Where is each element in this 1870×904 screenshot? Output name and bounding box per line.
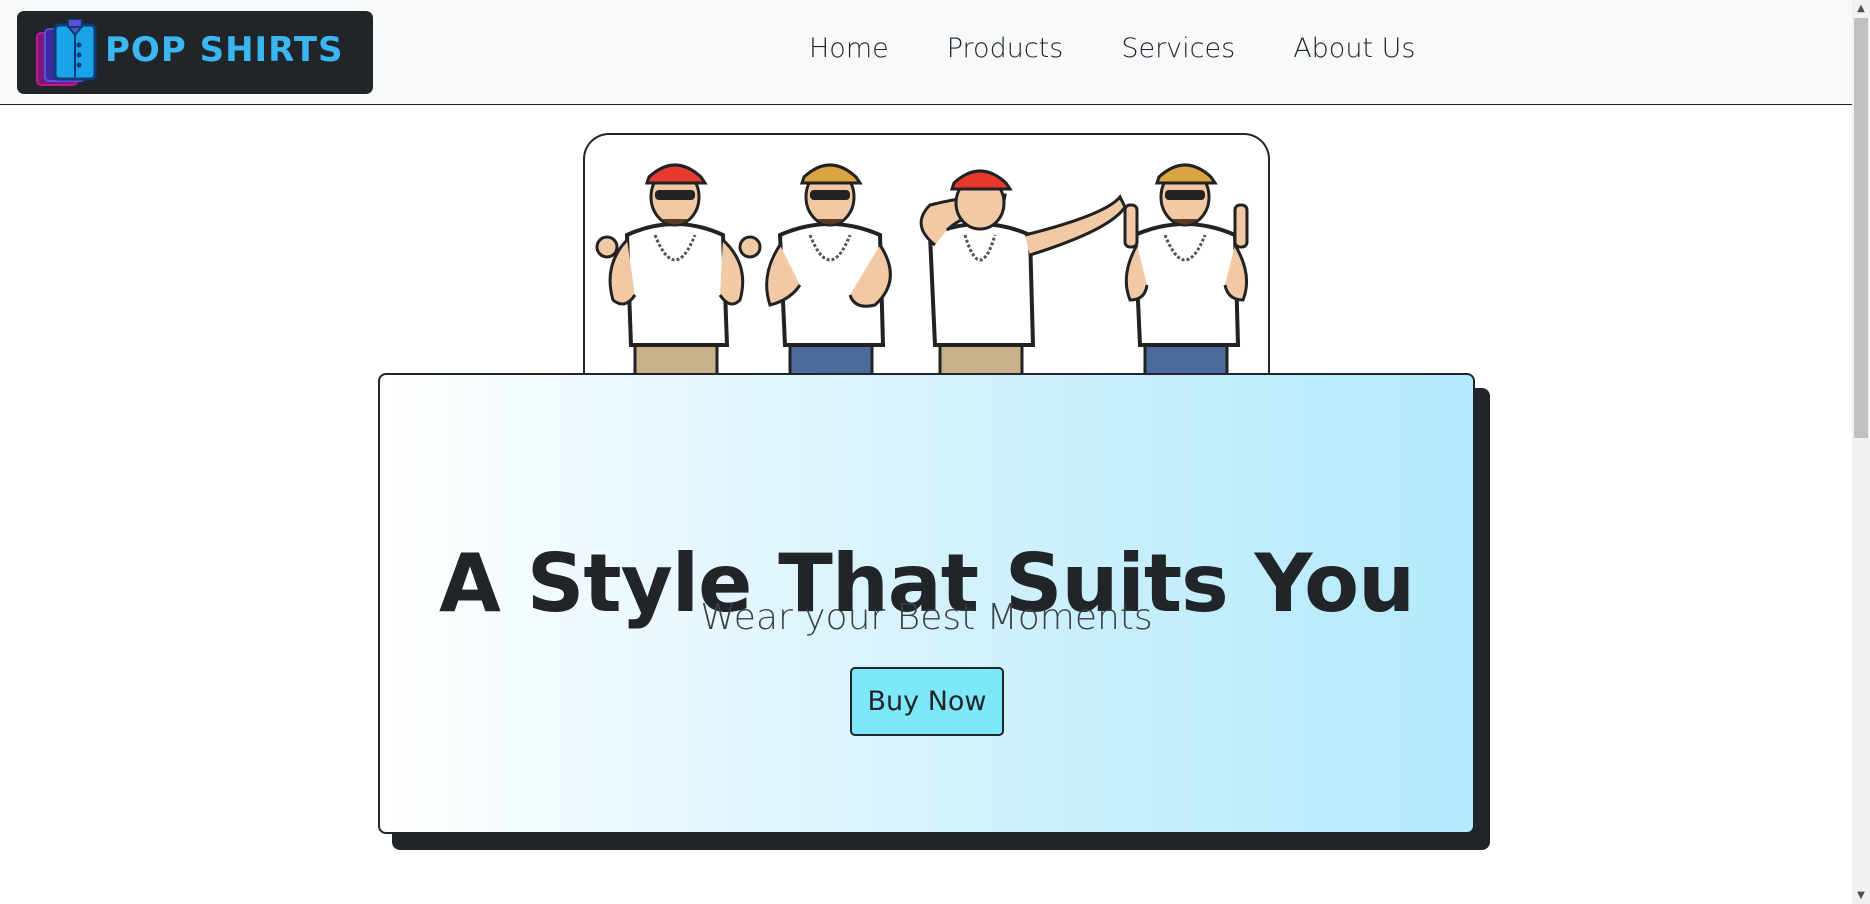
hero-illustration — [583, 133, 1270, 373]
dancing-men-illustration — [595, 163, 1249, 373]
scroll-down-arrow-icon[interactable]: ▼ — [1852, 887, 1870, 904]
hero-card: A Style That Suits You Wear your Best Mo… — [378, 373, 1475, 834]
brand-name: POP SHIRTS — [105, 30, 344, 70]
main-nav: Home Products Services About Us — [809, 33, 1473, 64]
buy-now-button[interactable]: Buy Now — [850, 667, 1004, 736]
nav-home[interactable]: Home — [809, 33, 889, 64]
figure-1 — [595, 163, 762, 373]
figure-3 — [919, 169, 1127, 373]
nav-services[interactable]: Services — [1121, 33, 1235, 64]
figure-2 — [765, 163, 892, 373]
hero-subtitle: Wear your Best Moments — [700, 597, 1153, 638]
nav-products[interactable]: Products — [947, 33, 1064, 64]
brand-logo[interactable]: POP SHIRTS — [17, 11, 373, 94]
navbar: POP SHIRTS Home Products Services About … — [0, 0, 1852, 105]
scrollbar-thumb[interactable] — [1854, 18, 1868, 438]
figure-4 — [1123, 163, 1249, 373]
nav-about-us[interactable]: About Us — [1293, 33, 1415, 64]
scroll-up-arrow-icon[interactable]: ▲ — [1852, 0, 1870, 17]
shirt-stack-icon — [36, 19, 97, 86]
page-scrollbar[interactable]: ▲ ▼ — [1852, 0, 1870, 904]
